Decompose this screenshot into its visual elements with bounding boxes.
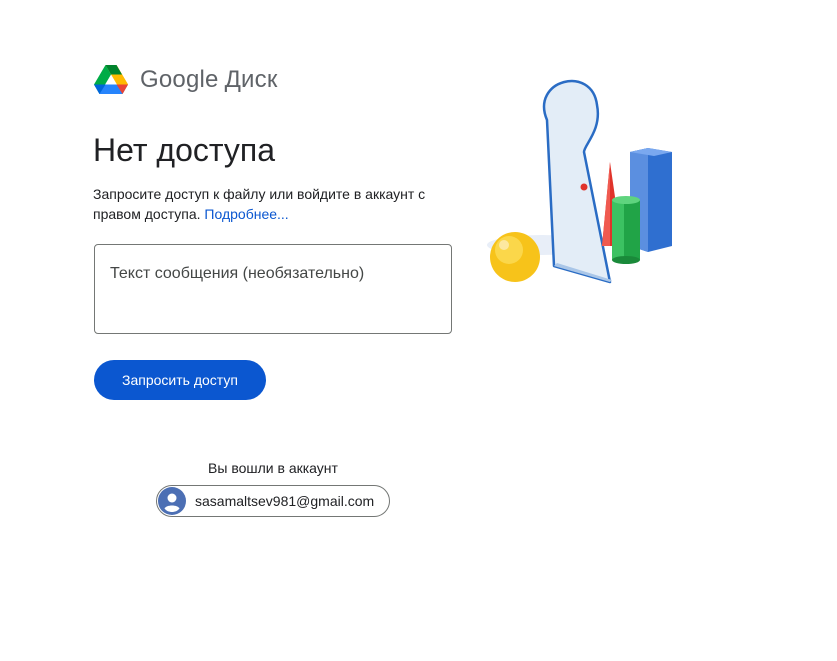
account-chip[interactable]: sasamaltsev981@gmail.com [156, 485, 390, 517]
logo-product: Диск [224, 66, 278, 93]
google-drive-logo: Google Диск [94, 63, 278, 97]
message-field[interactable] [94, 244, 452, 334]
learn-more-link[interactable]: Подробнее... [204, 206, 288, 222]
google-drive-logo-icon [94, 65, 128, 94]
request-access-button[interactable]: Запросить доступ [94, 360, 266, 400]
message-input[interactable] [110, 263, 436, 315]
keyhole-illustration [487, 79, 672, 284]
logo-text: Google Диск [140, 63, 278, 97]
logo-brand: Google [140, 66, 219, 93]
account-email: sasamaltsev981@gmail.com [195, 493, 375, 509]
page-description: Запросите доступ к файлу или войдите в а… [93, 184, 453, 224]
page-title: Нет доступа [93, 132, 275, 168]
access-denied-page: Google Диск Нет доступа Запросите доступ … [0, 0, 837, 661]
account-circle-icon [158, 487, 186, 515]
signed-in-label: Вы вошли в аккаунт [208, 460, 338, 476]
